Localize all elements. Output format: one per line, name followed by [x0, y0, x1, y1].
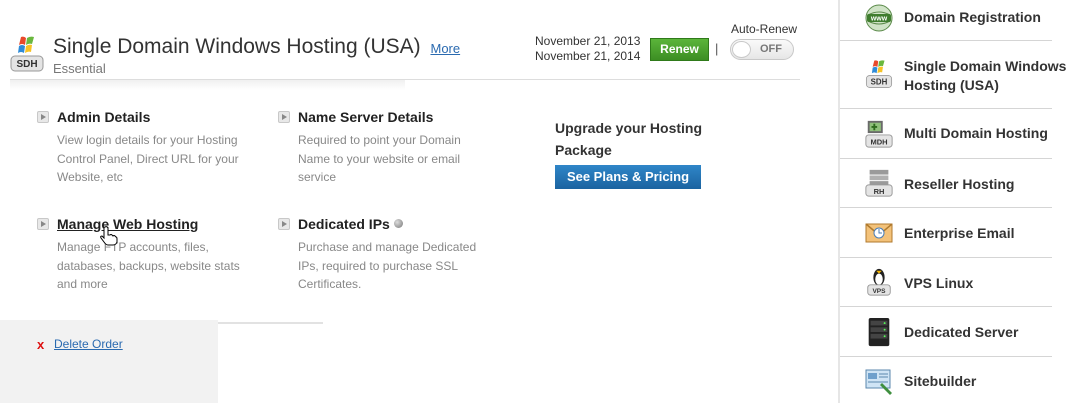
order-dates: November 21, 2013 November 21, 2014 [535, 34, 640, 64]
order-header: SDH Single Domain Windows Hosting (USA) … [10, 22, 800, 80]
www-icon-text: www [870, 16, 888, 23]
sitebuilder-icon [865, 369, 892, 395]
sidebar-item-reseller-hosting[interactable]: RH Reseller Hosting [840, 159, 1052, 208]
name-server-details-desc: Required to point your Domain Name to yo… [298, 133, 461, 184]
hand-cursor-icon [100, 226, 118, 246]
arrow-right-icon [278, 218, 290, 230]
name-server-details-title[interactable]: Name Server Details [298, 109, 433, 125]
sidebar-item-label: Sitebuilder [904, 373, 977, 389]
sidebar-item-label: Enterprise Email [904, 225, 1015, 241]
manage-web-hosting-title[interactable]: Manage Web Hosting [57, 216, 198, 232]
sidebar-item-enterprise-email[interactable]: Enterprise Email [840, 208, 1052, 258]
plan-name: Essential [53, 61, 106, 76]
sidebar-item-domain-registration[interactable]: www Domain Registration [840, 0, 1052, 41]
dedicated-ips-title[interactable]: Dedicated IPs [298, 216, 390, 232]
sidebar-item-multi-domain-hosting[interactable]: MDH Multi Domain Hosting [840, 109, 1052, 159]
status-dot-icon [393, 219, 403, 228]
sdh-icon-text: SDH [871, 77, 888, 86]
sidebar-item-vps-linux[interactable]: VPS VPS Linux [840, 258, 1052, 307]
sidebar-item-label: VPS Linux [904, 275, 974, 291]
header-shadow [10, 80, 405, 90]
windows-sdh-icon: SDH [10, 36, 44, 72]
auto-renew-label: Auto-Renew [731, 22, 798, 36]
rh-icon-text: RH [874, 187, 885, 196]
sidebar-item-label: Reseller Hosting [904, 176, 1015, 192]
see-plans-button[interactable]: See Plans & Pricing [555, 165, 701, 189]
auto-renew-toggle[interactable]: OFF [730, 39, 794, 60]
vps-linux-icon: VPS [867, 268, 891, 296]
toggle-state: OFF [760, 43, 782, 55]
separator: | [715, 41, 719, 56]
dedicated-ips-desc: Purchase and manage Dedicated IPs, requi… [298, 240, 477, 291]
more-link[interactable]: More [430, 41, 460, 56]
footer-divider [218, 322, 323, 324]
email-icon [865, 223, 893, 243]
sidebar-item-label: Dedicated Server [904, 324, 1019, 340]
sidebar-item-label: Multi Domain Hosting [904, 125, 1048, 141]
toggle-knob [732, 41, 751, 58]
arrow-right-icon [37, 218, 49, 230]
footer-background-blank [218, 320, 800, 403]
www-globe-icon: www [865, 4, 893, 32]
products-sidebar: www Domain Registration SDH Single Domai… [840, 0, 1091, 403]
order-details-panel: SDH Single Domain Windows Hosting (USA) … [0, 0, 820, 403]
expiry-date: November 21, 2014 [535, 49, 641, 63]
sidebar-item-dedicated-server[interactable]: Dedicated Server [840, 307, 1052, 357]
order-title-text: Single Domain Windows Hosting (USA) [53, 35, 421, 58]
delete-order-link[interactable]: Delete Order [54, 337, 123, 351]
sidebar-item-sitebuilder[interactable]: Sitebuilder [840, 357, 1052, 403]
admin-details-desc: View login details for your Hosting Cont… [57, 133, 239, 184]
footer-background [0, 320, 800, 403]
sidebar-item-label: Single Domain Windows Hosting (USA) [904, 58, 1067, 93]
renew-button[interactable]: Renew [650, 38, 709, 61]
server-icon [868, 317, 890, 347]
upgrade-heading: Upgrade your Hosting Package [555, 120, 703, 158]
arrow-right-icon [278, 111, 290, 123]
dedicated-ips-heading[interactable]: Dedicated IPs [298, 216, 403, 232]
admin-details-title[interactable]: Admin Details [57, 109, 150, 125]
sidebar-item-single-domain-windows-hosting[interactable]: SDH Single Domain Windows Hosting (USA) [840, 41, 1066, 109]
arrow-right-icon [37, 111, 49, 123]
order-title: Single Domain Windows Hosting (USA) More [53, 35, 460, 59]
start-date: November 21, 2013 [535, 34, 641, 48]
delete-x-icon: x [37, 337, 45, 352]
vps-icon-text: VPS [872, 288, 886, 295]
windows-sdh-icon: SDH [865, 60, 893, 88]
mdh-icon: MDH [865, 120, 893, 148]
mdh-icon-text: MDH [870, 137, 887, 146]
manage-web-hosting-desc: Manage FTP accounts, files, databases, b… [57, 240, 240, 291]
sdh-icon-text: SDH [16, 59, 37, 70]
rh-icon: RH [865, 169, 893, 197]
sidebar-item-label: Domain Registration [904, 9, 1041, 25]
